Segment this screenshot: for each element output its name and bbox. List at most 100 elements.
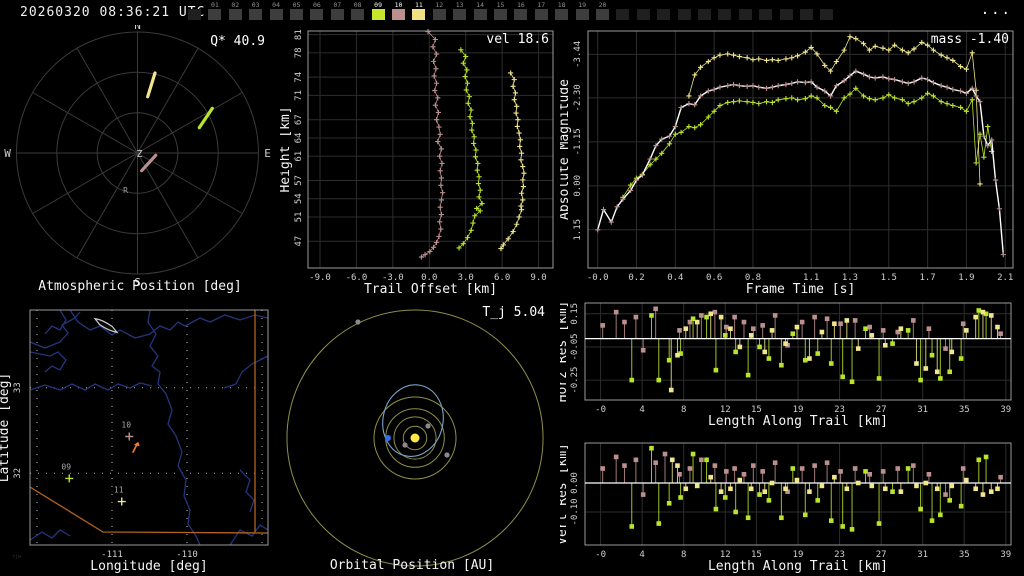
svg-text:09: 09 [61, 462, 71, 471]
svg-text:47: 47 [294, 236, 304, 247]
atmospheric-position-panel: NSEW ZRQ* 40.9Atmospheric Position [deg] [4, 25, 271, 294]
frame-swatch [330, 9, 344, 20]
frame-label: 02 [231, 1, 240, 9]
svg-text:T_j 5.04: T_j 5.04 [482, 305, 545, 320]
svg-text:0.2: 0.2 [628, 273, 644, 283]
svg-text:2.1: 2.1 [997, 273, 1013, 283]
svg-text:1.7: 1.7 [919, 273, 935, 283]
frame-swatch [392, 9, 405, 20]
svg-text:Q* 40.9: Q* 40.9 [210, 34, 265, 49]
frame-label: 15 [496, 1, 505, 9]
svg-text:1.5: 1.5 [881, 273, 897, 283]
frame-label: 12 [435, 1, 444, 9]
orbital-position-panel: T_j 5.04 Orbital Position [AU] [286, 305, 545, 573]
frame-swatch [800, 9, 813, 20]
svg-text:Absolute Magnitude: Absolute Magnitude [560, 79, 572, 220]
svg-text:78: 78 [294, 47, 304, 58]
frame-swatch [657, 9, 671, 20]
svg-text:32: 32 [13, 468, 23, 479]
svg-text:33: 33 [13, 382, 23, 393]
svg-text:Orbital Position [AU]: Orbital Position [AU] [330, 558, 494, 573]
svg-text:-0.10: -0.10 [570, 498, 580, 525]
svg-text:-0.05: -0.05 [570, 333, 580, 360]
svg-text:Frame Time [s]: Frame Time [s] [746, 282, 856, 297]
svg-text:Trail Offset [km]: Trail Offset [km] [364, 282, 497, 297]
svg-text:Length Along Trail [km]: Length Along Trail [km] [708, 559, 888, 574]
frame-label: 13 [455, 1, 464, 9]
frame-swatch [473, 9, 487, 20]
frame-label: 06 [312, 1, 321, 9]
svg-text:51: 51 [294, 212, 304, 223]
svg-text:rjw: rjw [12, 554, 22, 560]
svg-text:64: 64 [294, 133, 304, 144]
frame-swatch [290, 9, 303, 20]
frame-swatch [636, 9, 650, 20]
frame-swatch [596, 9, 609, 20]
frame-swatch [351, 9, 365, 20]
svg-text:-9.0: -9.0 [309, 273, 331, 283]
frame-label: 14 [476, 1, 484, 9]
svg-text:Longitude [deg]: Longitude [deg] [90, 559, 207, 574]
svg-text:9.0: 9.0 [530, 273, 546, 283]
frame-swatch [738, 9, 752, 20]
svg-text:mass -1.40: mass -1.40 [931, 32, 1009, 47]
frame-swatch [718, 9, 732, 20]
svg-text:0.00: 0.00 [573, 175, 583, 197]
frame-label: 07 [333, 1, 342, 9]
frame-swatch [820, 9, 834, 20]
svg-text:61: 61 [294, 151, 304, 162]
frame-swatch [677, 9, 691, 20]
svg-text:-2.30: -2.30 [573, 84, 583, 111]
svg-text:Z: Z [136, 149, 142, 160]
svg-text:81: 81 [294, 29, 304, 40]
frame-swatch [575, 9, 589, 20]
svg-text:10: 10 [121, 420, 131, 429]
svg-text:0.15: 0.15 [570, 303, 580, 325]
residuals-panel: -0 4 8 12 15 19 23 27 31 35 390.15-0.05-0.25Length… [560, 301, 1012, 574]
frame-label: 09 [374, 1, 382, 9]
svg-text:N: N [134, 25, 141, 32]
frame-swatch [534, 9, 548, 20]
svg-text:4: 4 [639, 405, 644, 415]
frame-swatch [453, 9, 467, 20]
svg-text:4: 4 [639, 550, 644, 560]
frame-label: 17 [537, 1, 546, 9]
svg-text:Horz Res [km]: Horz Res [km] [560, 301, 570, 403]
frame-label: 19 [578, 1, 586, 9]
svg-text:vel 18.6: vel 18.6 [486, 32, 549, 47]
timestamp: 20260320 08:36:21 UTC [20, 5, 206, 20]
svg-text:0.6: 0.6 [706, 273, 722, 283]
overflow-menu-icon[interactable]: ... [981, 2, 1012, 18]
frame-label: 11 [414, 1, 423, 9]
svg-text:71: 71 [294, 90, 304, 101]
svg-text:11: 11 [114, 486, 124, 495]
svg-text:31: 31 [917, 550, 928, 560]
ground-map-panel: 091011-111 -1103332Longitude [deg]Latitud… [0, 309, 269, 574]
svg-text:39: 39 [1000, 550, 1011, 560]
top-bar: 20260320 08:36:21 UTC 01 02 03 04 05 06 07 08 09… [0, 0, 1024, 25]
frame-label: 10 [394, 1, 403, 9]
frame-label: 20 [598, 1, 607, 9]
frame-label: 16 [516, 1, 525, 9]
svg-text:8: 8 [681, 405, 686, 415]
frame-swatch [208, 9, 222, 20]
frame-label: 04 [272, 1, 280, 9]
frame-swatch [310, 9, 324, 20]
svg-text:-0.0: -0.0 [587, 273, 609, 283]
svg-text:31: 31 [917, 405, 928, 415]
svg-text:0.4: 0.4 [667, 273, 683, 283]
svg-text:R: R [123, 186, 128, 195]
trail-offset-panel: -9.0 -6.0 -3.0 0.0 3.0 6.0 9.04751545761646771… [280, 29, 554, 297]
svg-text:Length Along Trail [km]: Length Along Trail [km] [708, 414, 888, 429]
svg-text:39: 39 [1000, 405, 1011, 415]
frame-swatch [269, 9, 283, 20]
frame-swatch [432, 9, 446, 20]
svg-text:0.00: 0.00 [570, 472, 580, 494]
frame-label: 08 [353, 1, 362, 9]
svg-text:8: 8 [681, 550, 686, 560]
svg-text:Vert Res [km]: Vert Res [km] [560, 443, 570, 545]
meteor-analysis-app: 20260320 08:36:21 UTC 01 02 03 04 05 06 07 08 09… [0, 0, 1024, 576]
light-curve-panel: -0.0 0.2 0.4 0.6 0.8 1.1 1.3 1.5 1.7 1.9 2.1-3.44-… [560, 30, 1014, 297]
frame-label: 01 [210, 1, 219, 9]
frame-swatch [779, 9, 793, 20]
